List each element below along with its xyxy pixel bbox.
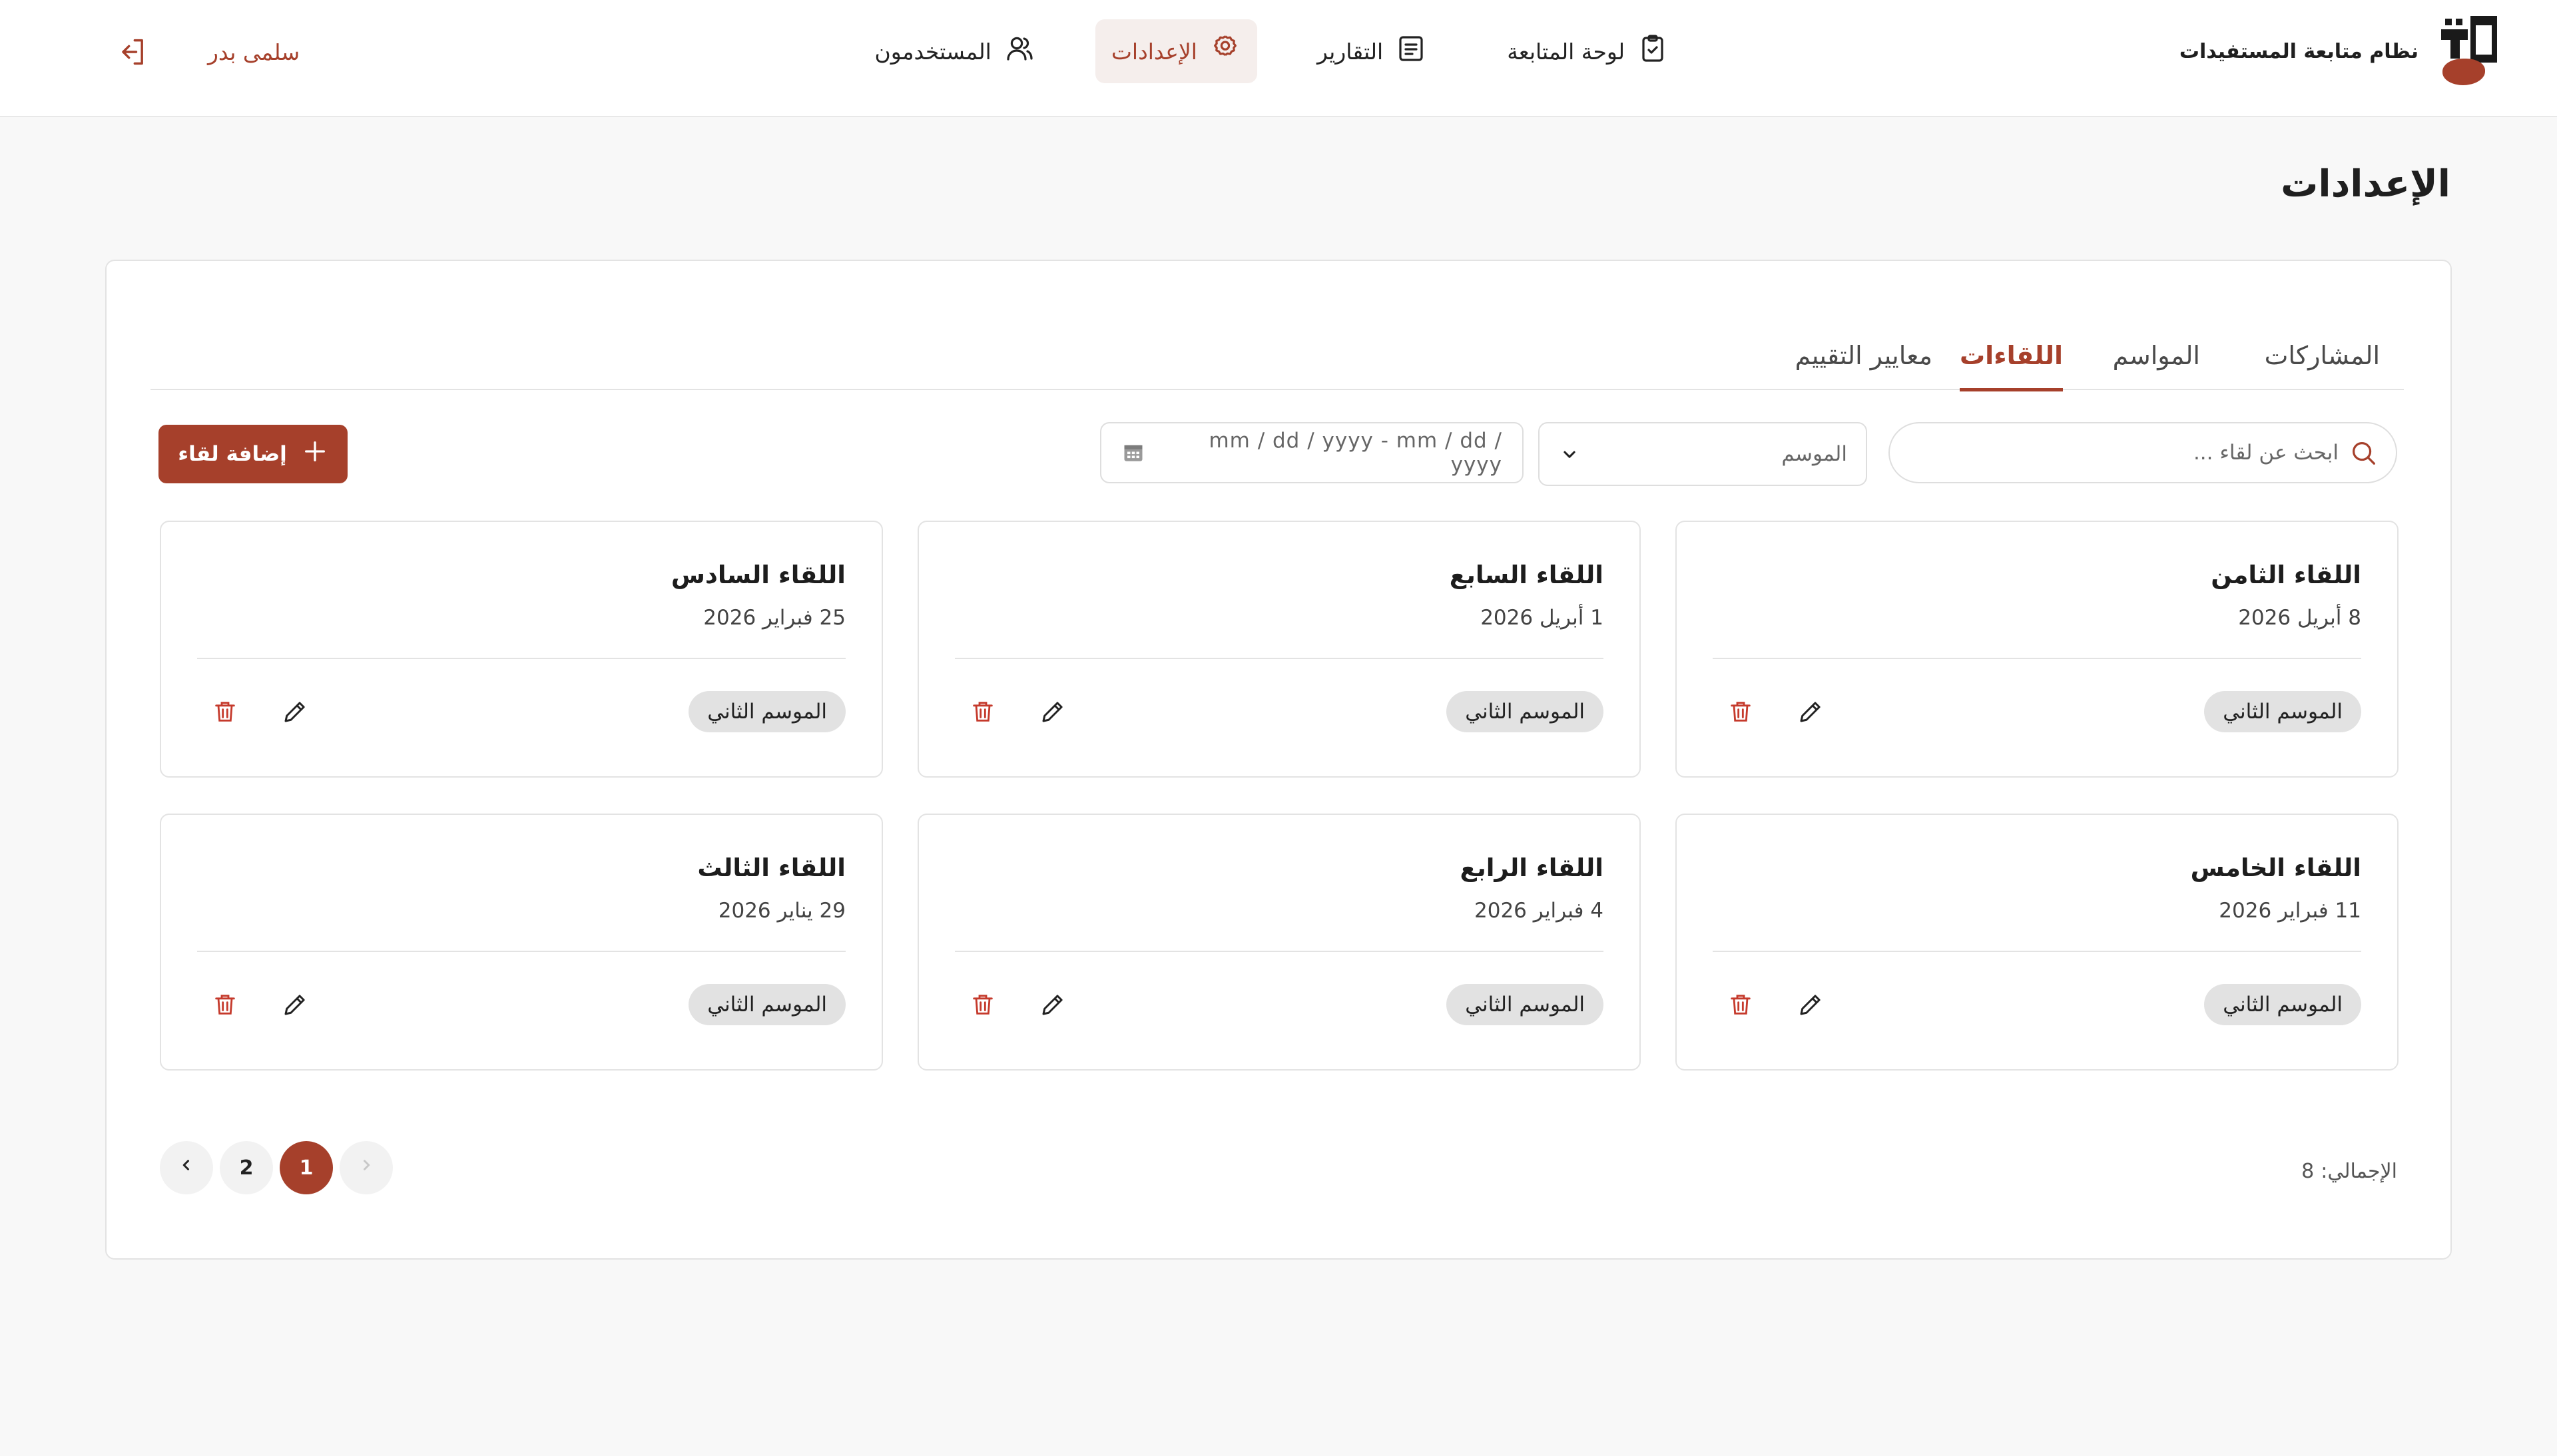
settings-tabs: المشاركات المواسم اللقاءات معايير التقيي… bbox=[150, 321, 2404, 391]
meeting-title: اللقاء السابع bbox=[1449, 561, 1603, 589]
search-icon bbox=[2348, 437, 2379, 468]
chevron-left-icon bbox=[176, 1155, 196, 1180]
user-menu[interactable]: سلمى بدر bbox=[208, 27, 300, 77]
trash-icon[interactable] bbox=[970, 698, 996, 726]
trash-icon[interactable] bbox=[970, 991, 996, 1019]
meetings-grid: اللقاء الثامن 8 أبريل 2026 الموسم الثاني… bbox=[160, 521, 2399, 1073]
meeting-date: 25 فبراير 2026 bbox=[703, 606, 846, 630]
date-range-placeholder: mm / dd / yyyy - mm / dd / yyyy bbox=[1209, 429, 1502, 477]
meeting-card[interactable]: اللقاء السادس 25 فبراير 2026 الموسم الثا… bbox=[160, 521, 883, 778]
search-box[interactable] bbox=[1888, 422, 2397, 483]
divider bbox=[1713, 658, 2361, 659]
nav-item-reports[interactable]: التقارير bbox=[1301, 19, 1443, 83]
clipboard-check-icon bbox=[1625, 33, 1669, 70]
logo-accent-shape bbox=[2442, 59, 2485, 85]
app-logo bbox=[2433, 15, 2497, 88]
settings-panel: المشاركات المواسم اللقاءات معايير التقيي… bbox=[105, 260, 2452, 1260]
meeting-title: اللقاء الثامن bbox=[2211, 561, 2361, 589]
meeting-title: اللقاء الخامس bbox=[2190, 853, 2361, 882]
meeting-date: 4 فبراير 2026 bbox=[1474, 899, 1603, 923]
logout-icon[interactable] bbox=[113, 35, 150, 69]
nav-label: الإعدادات bbox=[1111, 38, 1197, 65]
trash-icon[interactable] bbox=[212, 698, 238, 726]
add-meeting-button[interactable]: إضافة لقاء bbox=[158, 425, 348, 483]
calendar-icon[interactable] bbox=[1121, 441, 1145, 465]
trash-icon[interactable] bbox=[1727, 991, 1754, 1019]
meeting-card[interactable]: اللقاء الثالث 29 يناير 2026 الموسم الثان… bbox=[160, 814, 883, 1071]
chevron-down-icon bbox=[1558, 443, 1581, 465]
page-button-2[interactable]: 2 bbox=[220, 1141, 273, 1194]
page-button-1[interactable]: 1 bbox=[280, 1141, 333, 1194]
season-badge: الموسم الثاني bbox=[689, 691, 846, 732]
brand[interactable]: نظام متابعة المستفيدات bbox=[2179, 15, 2497, 88]
meeting-title: اللقاء السادس bbox=[671, 561, 846, 589]
divider bbox=[197, 658, 846, 659]
nav-label: المستخدمون bbox=[874, 38, 992, 65]
add-meeting-label: إضافة لقاء bbox=[178, 442, 287, 466]
nav-item-settings[interactable]: الإعدادات bbox=[1095, 19, 1257, 83]
date-range-input[interactable]: mm / dd / yyyy - mm / dd / yyyy bbox=[1100, 422, 1524, 483]
season-badge: الموسم الثاني bbox=[2204, 691, 2361, 732]
tab-meetings[interactable]: اللقاءات bbox=[1959, 321, 2064, 391]
total-count: الإجمالي: 8 bbox=[2301, 1160, 2397, 1183]
chevron-right-icon bbox=[356, 1155, 376, 1180]
season-select-value: الموسم bbox=[1781, 442, 1847, 466]
tab-evaluation-criteria[interactable]: معايير التقييم bbox=[1795, 321, 1932, 390]
meeting-date: 29 يناير 2026 bbox=[718, 899, 846, 923]
meeting-card[interactable]: اللقاء الثامن 8 أبريل 2026 الموسم الثاني bbox=[1675, 521, 2399, 778]
nav-item-users[interactable]: المستخدمون bbox=[859, 19, 1051, 83]
season-badge: الموسم الثاني bbox=[1446, 691, 1603, 732]
season-badge: الموسم الثاني bbox=[689, 984, 846, 1025]
prev-page-button[interactable] bbox=[340, 1141, 393, 1194]
tab-seasons[interactable]: المواسم bbox=[2113, 321, 2200, 390]
plus-icon bbox=[287, 438, 328, 470]
total-label: الإجمالي: bbox=[2321, 1160, 2397, 1183]
trash-icon[interactable] bbox=[212, 991, 238, 1019]
users-icon bbox=[992, 33, 1035, 70]
edit-icon[interactable] bbox=[1039, 698, 1067, 726]
meeting-date: 8 أبريل 2026 bbox=[2238, 606, 2361, 630]
nav-label: التقارير bbox=[1316, 38, 1384, 65]
main-nav: لوحة المتابعة التقارير الإعدادات المستخد… bbox=[859, 19, 1685, 83]
edit-icon[interactable] bbox=[281, 698, 309, 726]
meeting-card[interactable]: اللقاء السابع 1 أبريل 2026 الموسم الثاني bbox=[918, 521, 1641, 778]
divider bbox=[197, 951, 846, 952]
trash-icon[interactable] bbox=[1727, 698, 1754, 726]
divider bbox=[955, 951, 1603, 952]
tab-participations[interactable]: المشاركات bbox=[2265, 321, 2380, 390]
nav-item-dashboard[interactable]: لوحة المتابعة bbox=[1491, 19, 1685, 83]
meeting-date: 11 فبراير 2026 bbox=[2219, 899, 2361, 923]
divider bbox=[955, 658, 1603, 659]
pagination: 1 2 bbox=[160, 1141, 393, 1194]
edit-icon[interactable] bbox=[1797, 698, 1825, 726]
season-badge: الموسم الثاني bbox=[1446, 984, 1603, 1025]
meeting-title: اللقاء الثالث bbox=[697, 853, 846, 882]
top-navbar: نظام متابعة المستفيدات لوحة المتابعة الت… bbox=[0, 0, 2557, 117]
season-select[interactable]: الموسم bbox=[1538, 422, 1867, 486]
meeting-date: 1 أبريل 2026 bbox=[1480, 606, 1603, 630]
meeting-card[interactable]: اللقاء الرابع 4 فبراير 2026 الموسم الثان… bbox=[918, 814, 1641, 1071]
report-list-icon bbox=[1383, 33, 1427, 70]
meeting-card[interactable]: اللقاء الخامس 11 فبراير 2026 الموسم الثا… bbox=[1675, 814, 2399, 1071]
app-title: نظام متابعة المستفيدات bbox=[2179, 39, 2418, 63]
page-title: الإعدادات bbox=[2281, 162, 2450, 206]
edit-icon[interactable] bbox=[1797, 991, 1825, 1019]
season-badge: الموسم الثاني bbox=[2204, 984, 2361, 1025]
edit-icon[interactable] bbox=[281, 991, 309, 1019]
total-value: 8 bbox=[2301, 1160, 2315, 1183]
nav-label: لوحة المتابعة bbox=[1507, 38, 1625, 65]
user-name: سلمى بدر bbox=[208, 39, 300, 65]
gear-icon bbox=[1197, 33, 1241, 70]
edit-icon[interactable] bbox=[1039, 991, 1067, 1019]
next-page-button[interactable] bbox=[160, 1141, 213, 1194]
search-input[interactable] bbox=[1939, 441, 2339, 465]
meeting-title: اللقاء الرابع bbox=[1460, 853, 1603, 882]
divider bbox=[1713, 951, 2361, 952]
